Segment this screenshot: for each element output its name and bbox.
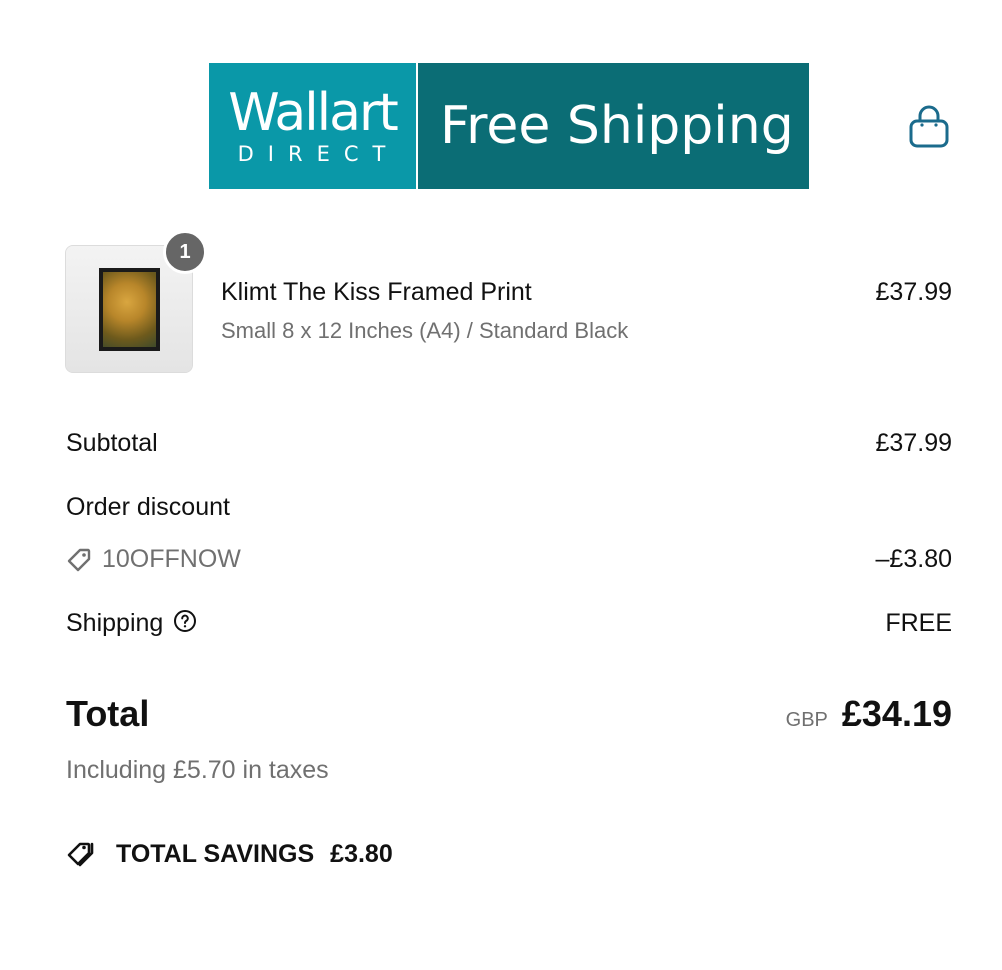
shipping-row: Shipping bbox=[66, 609, 197, 640]
product-title: Klimt The Kiss Framed Print bbox=[221, 278, 532, 306]
product-variant: Small 8 x 12 Inches (A4) / Standard Blac… bbox=[221, 318, 629, 343]
cart-button[interactable] bbox=[906, 104, 952, 152]
subtotal-value: £37.99 bbox=[875, 429, 952, 457]
total-savings-value: £3.80 bbox=[330, 839, 393, 868]
promo-text: Free Shipping bbox=[440, 96, 794, 156]
total-savings: TOTAL SAVINGS £3.80 bbox=[66, 838, 393, 870]
brand-subtitle: DIRECT bbox=[237, 142, 400, 166]
shopping-bag-icon bbox=[909, 105, 949, 148]
tax-note: Including £5.70 in taxes bbox=[66, 756, 329, 784]
currency-code: GBP bbox=[785, 709, 828, 731]
brand-name: Wallart bbox=[228, 83, 398, 143]
quantity-badge: 1 bbox=[163, 230, 207, 274]
discount-code: 10OFFNOW bbox=[66, 545, 241, 574]
header-banner[interactable]: Wallart DIRECT Free Shipping bbox=[209, 63, 809, 189]
shipping-value: FREE bbox=[885, 609, 952, 637]
total-savings-label: TOTAL SAVINGS bbox=[116, 839, 315, 868]
discount-value: –£3.80 bbox=[875, 545, 952, 573]
free-shipping-banner: Free Shipping bbox=[418, 63, 809, 189]
brand-logo[interactable]: Wallart DIRECT bbox=[209, 63, 418, 189]
subtotal-label: Subtotal bbox=[66, 429, 158, 457]
total-label: Total bbox=[66, 693, 150, 734]
framed-print-image bbox=[99, 268, 160, 351]
shipping-help-button[interactable] bbox=[173, 609, 197, 640]
tags-icon bbox=[67, 842, 94, 867]
total-price: GBP £34.19 bbox=[786, 693, 952, 735]
discount-code-text: 10OFFNOW bbox=[102, 545, 241, 573]
order-discount-label: Order discount bbox=[66, 493, 230, 521]
shipping-label: Shipping bbox=[66, 609, 164, 638]
question-circle-icon bbox=[174, 610, 197, 632]
total-amount: £34.19 bbox=[841, 693, 952, 734]
artwork bbox=[103, 272, 156, 347]
product-price: £37.99 bbox=[875, 278, 952, 306]
tag-icon bbox=[67, 548, 91, 571]
